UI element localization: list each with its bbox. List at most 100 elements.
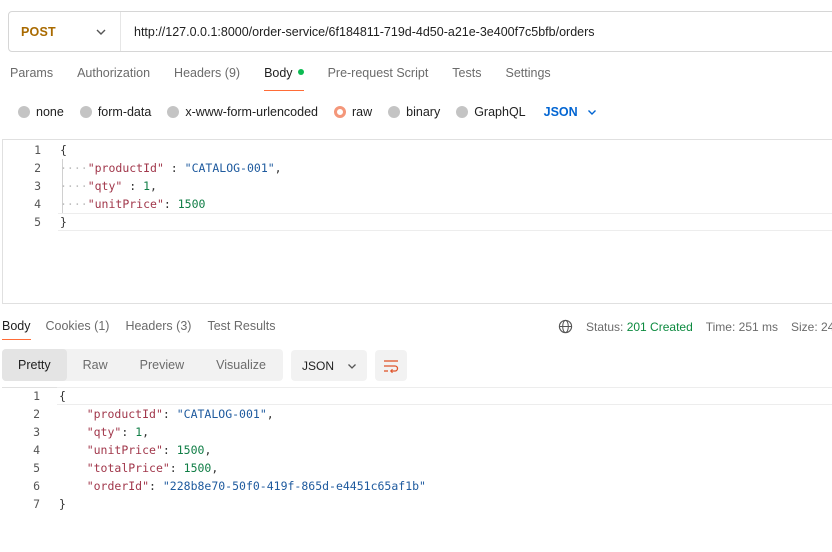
json-key: "qty"	[86, 425, 122, 439]
time-value[interactable]: 251 ms	[739, 320, 778, 334]
radio-circle	[388, 106, 401, 118]
view-mode-segmented: Pretty Raw Preview Visualize	[2, 349, 283, 381]
chevron-down-icon	[587, 110, 596, 115]
wrap-lines-icon	[384, 359, 399, 373]
json-key: "productId"	[87, 161, 164, 175]
request-tabs: Params Authorization Headers (9) Body Pr…	[10, 66, 551, 91]
tab-label: Cookies	[45, 319, 91, 333]
json-value: 1	[143, 179, 151, 193]
view-visualize[interactable]: Visualize	[200, 349, 282, 381]
status-code[interactable]: 201 Created	[627, 320, 693, 334]
code-text: "totalPrice": 1500,	[59, 459, 219, 477]
radio-form-data[interactable]: form-data	[79, 105, 152, 119]
code-text: "productId": "CATALOG-001",	[59, 405, 274, 423]
code-line: 3 "qty": 1,	[2, 423, 832, 441]
json-comma: ,	[204, 443, 212, 457]
json-value: "CATALOG-001"	[184, 161, 275, 175]
radio-label: form-data	[97, 105, 152, 119]
tab-label: Settings	[505, 66, 551, 80]
view-preview[interactable]: Preview	[124, 349, 200, 381]
time-label: Time:	[705, 319, 736, 334]
resp-tab-cookies[interactable]: Cookies (1)	[46, 319, 110, 333]
json-colon: :	[162, 407, 177, 421]
radio-binary[interactable]: binary	[388, 105, 440, 119]
tab-label: Test Results	[207, 319, 276, 333]
line-number: 2	[34, 161, 41, 175]
tab-authorization[interactable]: Authorization	[77, 66, 150, 84]
code-text: "orderId": "228b8e70-50f0-419f-865d-e445…	[59, 477, 426, 495]
radio-x-www-form-urlencoded[interactable]: x-www-form-urlencoded	[167, 105, 318, 119]
json-key: "unitPrice"	[87, 197, 164, 211]
code-text: ····"unitPrice": 1500	[60, 195, 205, 213]
tab-label: Tests	[452, 66, 482, 80]
code-text: {	[60, 141, 67, 159]
wrap-lines-button[interactable]	[375, 350, 407, 381]
radio-graphql[interactable]: GraphQL	[456, 105, 526, 119]
body-language-select[interactable]: JSON	[544, 105, 598, 119]
radio-circle	[79, 106, 92, 118]
code-text: "qty": 1,	[59, 423, 149, 441]
code-line: 2 ····"productId" : "CATALOG-001",	[3, 159, 832, 177]
chevron-down-icon	[96, 29, 106, 35]
url-input[interactable]: http://127.0.0.1:8000/order-service/6f18…	[121, 25, 595, 39]
status-label: Status:	[586, 319, 624, 334]
tab-tests[interactable]: Tests	[452, 66, 481, 84]
radio-circle-selected	[334, 106, 346, 118]
response-body-viewer[interactable]: 1{2 "productId": "CATALOG-001", 3 "qty": …	[2, 387, 832, 547]
code-line: 2 "productId": "CATALOG-001",	[2, 405, 832, 423]
method-select[interactable]: POST	[9, 12, 121, 51]
line-number: 5	[34, 215, 41, 229]
radio-raw[interactable]: raw	[334, 105, 372, 119]
tab-params[interactable]: Params	[10, 66, 53, 84]
tab-label: Headers	[125, 319, 173, 333]
view-raw[interactable]: Raw	[67, 349, 124, 381]
tab-label: Headers	[174, 66, 222, 80]
resp-tab-body[interactable]: Body	[2, 319, 31, 340]
line-number: 1	[34, 143, 41, 157]
request-body-editor[interactable]: 1 {2 ····"productId" : "CATALOG-001", 3 ····…	[2, 139, 832, 304]
tab-label: Authorization	[77, 66, 151, 80]
code-line: 4 "unitPrice": 1500,	[2, 441, 832, 459]
size-value[interactable]: 240	[821, 320, 832, 334]
json-key: "unitPrice"	[86, 443, 163, 457]
radio-label: none	[36, 105, 64, 119]
resp-tab-headers[interactable]: Headers (3)	[125, 319, 191, 333]
view-pretty[interactable]: Pretty	[2, 349, 67, 381]
code-text: }	[60, 213, 67, 231]
radio-none[interactable]: none	[18, 105, 64, 119]
json-colon: :	[163, 197, 178, 211]
code-line: 1{	[2, 387, 832, 405]
tab-body[interactable]: Body	[264, 66, 304, 91]
json-value: 1500	[183, 461, 212, 475]
json-comma: ,	[142, 425, 150, 439]
tab-count: (9)	[224, 66, 241, 80]
json-key: "qty"	[87, 179, 123, 193]
brace: {	[59, 389, 66, 403]
json-key: "productId"	[86, 407, 163, 421]
resp-tab-test-results[interactable]: Test Results	[207, 319, 275, 333]
tab-count: (3)	[176, 319, 192, 333]
response-status-bar: Status: 201 Created Time: 251 ms Size: 2…	[558, 319, 832, 334]
tab-count: (1)	[94, 319, 110, 333]
json-key: "totalPrice"	[86, 461, 170, 475]
json-value: "228b8e70-50f0-419f-865d-e4451c65af1b"	[162, 479, 426, 493]
chevron-down-icon	[348, 363, 356, 369]
code-line: 5}	[3, 213, 832, 231]
code-line: 3 ····"qty" : 1,	[3, 177, 832, 195]
tab-headers[interactable]: Headers (9)	[174, 66, 240, 84]
response-format-select[interactable]: JSON	[291, 350, 367, 381]
code-line: 7}	[2, 495, 832, 513]
tab-label: Body	[264, 66, 293, 80]
brace: }	[60, 215, 67, 229]
json-comma: ,	[266, 407, 274, 421]
code-line: 4 ····"unitPrice": 1500	[3, 195, 832, 213]
tab-settings[interactable]: Settings	[505, 66, 550, 84]
tab-pre-request-script[interactable]: Pre-request Script	[328, 66, 429, 84]
json-colon: :	[163, 161, 185, 175]
json-value: "CATALOG-001"	[176, 407, 267, 421]
line-number: 4	[33, 443, 40, 457]
globe-icon[interactable]	[558, 319, 573, 334]
